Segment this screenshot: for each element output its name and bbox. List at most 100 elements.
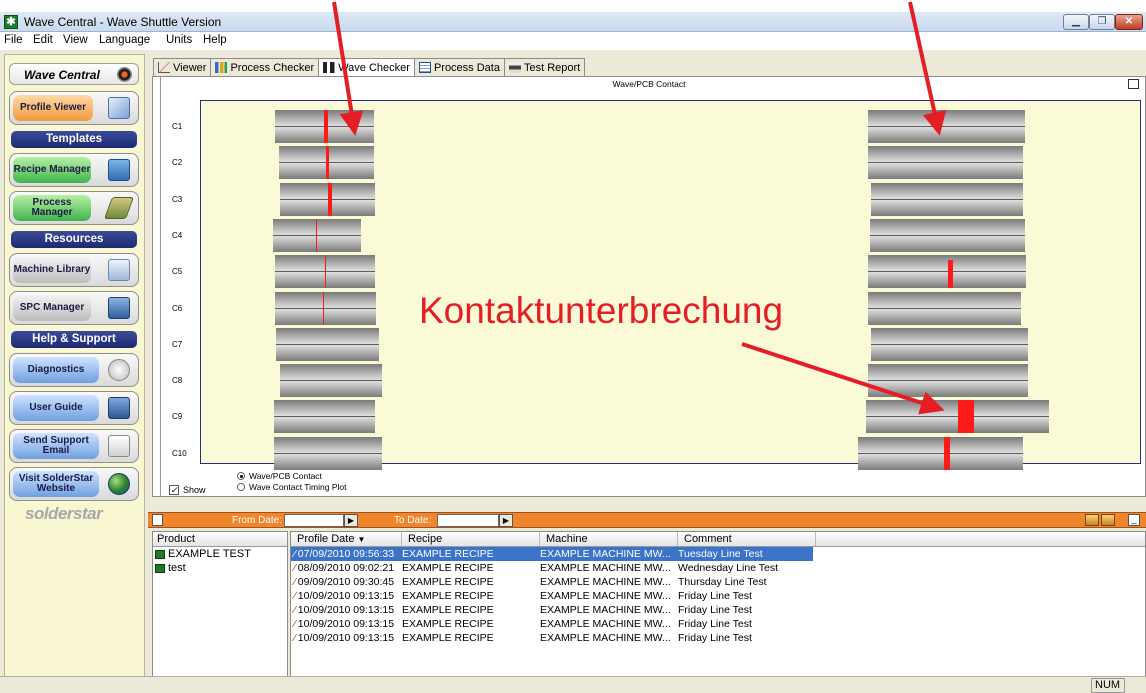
product-header[interactable]: Product	[153, 532, 287, 547]
column-recipe[interactable]: Recipe	[402, 532, 540, 546]
cell-machine: EXAMPLE MACHINE MW...	[540, 590, 671, 602]
column-profile-date-label: Profile Date	[297, 533, 355, 545]
spc-icon	[108, 297, 130, 319]
contact-break-mark	[948, 260, 953, 289]
user-guide-button[interactable]: User Guide	[9, 391, 139, 425]
cell-machine: EXAMPLE MACHINE MW...	[540, 562, 671, 574]
cell-comment: Tuesday Line Test	[675, 547, 813, 561]
menu-language[interactable]: Language	[99, 34, 150, 46]
machine-library-button[interactable]: Machine Library	[9, 253, 139, 287]
product-item[interactable]: EXAMPLE TEST	[153, 547, 287, 561]
table-row[interactable]: ⁄ 10/09/2010 09:13:15 EXAMPLE RECIPE EXAMPL…	[291, 589, 1145, 603]
window-title: Wave Central - Wave Shuttle Version	[24, 15, 222, 29]
minimize-button[interactable]: ▁	[1063, 14, 1089, 30]
show-checkbox[interactable]: ✓ Show	[169, 485, 206, 495]
process-manager-button[interactable]: Process Manager	[9, 191, 139, 225]
table-row[interactable]: ⁄ 08/09/2010 09:02:21 EXAMPLE RECIPE EXAMPL…	[291, 561, 1145, 575]
tab-process-checker[interactable]: Process Checker	[210, 58, 320, 76]
globe-icon	[108, 473, 130, 495]
row-filler	[813, 617, 1145, 631]
restore-button[interactable]: ❐	[1089, 14, 1115, 30]
option-wave-contact-timing[interactable]: Wave Contact Timing Plot	[237, 482, 346, 492]
panel-splitter[interactable]	[153, 77, 161, 496]
table-row[interactable]: ⁄ 09/09/2010 09:30:45 EXAMPLE RECIPE EXAMPL…	[291, 575, 1145, 589]
sidebar-header: Wave Central	[9, 63, 139, 85]
left-wave-contact-bar	[273, 218, 361, 252]
row-label: C2	[172, 158, 183, 168]
from-date-field[interactable]	[284, 514, 344, 527]
open-folder-icon[interactable]	[1085, 514, 1099, 526]
cell-profile-date: ⁄ 08/09/2010 09:02:21	[291, 561, 399, 575]
send-support-email-button[interactable]: Send Support Email	[9, 429, 139, 463]
cell-profile-date: ⁄ 10/09/2010 09:13:15	[291, 617, 399, 631]
radio-unselected-icon	[237, 483, 245, 491]
status-bar: NUM	[0, 676, 1146, 693]
row-label: C5	[172, 267, 183, 277]
column-profile-date[interactable]: Profile Date ▼	[291, 532, 402, 546]
tab-process-data[interactable]: Process Data	[413, 58, 505, 76]
profile-date-text: 10/09/2010 09:13:15	[297, 618, 395, 630]
menu-units[interactable]: Units	[166, 34, 192, 46]
row-label: C10	[172, 448, 187, 458]
to-date-field[interactable]	[437, 514, 499, 527]
maximize-chart-icon[interactable]	[1128, 79, 1139, 89]
cell-comment: Friday Line Test	[678, 632, 752, 644]
export-icon[interactable]	[1101, 514, 1115, 526]
solderstar-logo: solderstar	[25, 504, 103, 523]
diagnostics-button[interactable]: Diagnostics	[9, 353, 139, 387]
right-wave-contact-bar	[868, 255, 1026, 289]
title-bar[interactable]: ✱ Wave Central - Wave Shuttle Version ▁ …	[0, 12, 1146, 32]
profile-viewer-button[interactable]: Profile Viewer	[9, 91, 139, 125]
tab-wave-checker[interactable]: Wave Checker	[318, 58, 415, 76]
minimize-panel-icon[interactable]: _	[1128, 514, 1140, 526]
table-row[interactable]: ⁄ 10/09/2010 09:13:15 EXAMPLE RECIPE EXAMPL…	[291, 631, 1145, 645]
table-row[interactable]: ⁄ 10/09/2010 09:13:15 EXAMPLE RECIPE EXAMPL…	[291, 603, 1145, 617]
profile-date-text: 07/09/2010 09:56:33	[297, 548, 395, 560]
filter-icon[interactable]	[152, 514, 163, 526]
tab-test-report-label: Test Report	[523, 61, 581, 74]
product-item[interactable]: test	[153, 561, 287, 575]
menu-edit[interactable]: Edit	[33, 34, 53, 46]
option-wave-pcb-contact[interactable]: Wave/PCB Contact	[237, 471, 322, 481]
menu-view[interactable]: View	[63, 34, 88, 46]
column-machine[interactable]: Machine	[540, 532, 678, 546]
wave-checker-icon	[323, 62, 336, 73]
spc-manager-button[interactable]: SPC Manager	[9, 291, 139, 325]
cell-profile-date: ⁄ 10/09/2010 09:13:15	[291, 603, 399, 617]
printer-icon	[508, 62, 521, 73]
row-label: C3	[172, 194, 183, 204]
cell-profile-date: ⁄ 10/09/2010 09:13:15	[291, 631, 399, 645]
menu-help[interactable]: Help	[203, 34, 227, 46]
cell-comment: Friday Line Test	[678, 590, 752, 602]
column-comment[interactable]: Comment	[678, 532, 816, 546]
close-button[interactable]: ✕	[1115, 14, 1143, 30]
table-row[interactable]: ⁄ 10/09/2010 09:13:15 EXAMPLE RECIPE EXAMPL…	[291, 617, 1145, 631]
tab-process-checker-label: Process Checker	[230, 61, 315, 74]
right-wave-contact-bar	[868, 291, 1021, 325]
column-filler	[816, 532, 1145, 546]
row-filler	[813, 547, 1145, 561]
chart-title: Wave/PCB Contact	[612, 79, 686, 89]
annotation-label: Kontaktunterbrechung	[419, 290, 784, 331]
row-filler	[813, 603, 1145, 617]
visit-website-label: Visit SolderStar Website	[13, 471, 99, 497]
cell-comment: Thursday Line Test	[678, 576, 767, 588]
from-date-dropdown[interactable]: ▶	[344, 514, 358, 527]
menu-file[interactable]: File	[4, 34, 23, 46]
cell-recipe: EXAMPLE RECIPE	[402, 576, 494, 588]
tab-viewer[interactable]: Viewer	[153, 58, 212, 76]
profile-date-text: 10/09/2010 09:13:15	[297, 604, 395, 616]
tab-process-data-label: Process Data	[433, 61, 500, 74]
to-date-dropdown[interactable]: ▶	[499, 514, 513, 527]
cell-recipe: EXAMPLE RECIPE	[399, 547, 537, 561]
recipe-manager-button[interactable]: Recipe Manager	[9, 153, 139, 187]
profile-date-text: 09/09/2010 09:30:45	[297, 576, 395, 588]
profile-graph-icon: ⁄	[294, 590, 296, 602]
resources-section-header: Resources	[11, 231, 137, 248]
tab-test-report[interactable]: Test Report	[503, 58, 586, 76]
cell-recipe: EXAMPLE RECIPE	[402, 590, 494, 602]
radio-selected-icon	[237, 472, 245, 480]
visit-website-button[interactable]: Visit SolderStar Website	[9, 467, 139, 501]
product-icon	[155, 549, 165, 559]
table-row[interactable]: ⁄ 07/09/2010 09:56:33 EXAMPLE RECIPE EXAMPL…	[291, 547, 1145, 561]
